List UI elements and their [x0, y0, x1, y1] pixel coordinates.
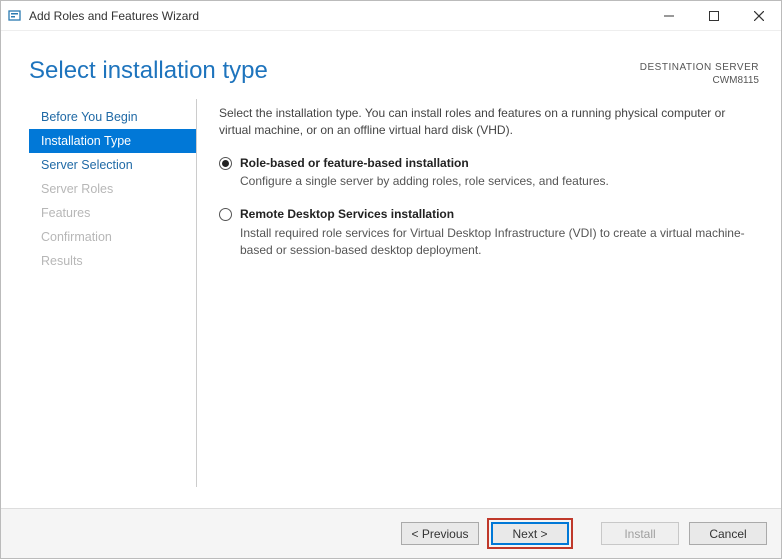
- wizard-body: Before You BeginInstallation TypeServer …: [1, 99, 781, 487]
- close-button[interactable]: [736, 1, 781, 31]
- destination-server-block: DESTINATION SERVER CWM8115: [640, 57, 759, 87]
- install-type-option[interactable]: Remote Desktop Services installation Inst…: [219, 206, 755, 258]
- destination-server-value: CWM8115: [640, 74, 759, 87]
- nav-item: Results: [29, 249, 196, 273]
- install-button: Install: [601, 522, 679, 545]
- window-title: Add Roles and Features Wizard: [29, 9, 199, 23]
- wizard-footer: < Previous Next > Install Cancel: [1, 508, 781, 558]
- nav-item: Features: [29, 201, 196, 225]
- nav-item: Server Roles: [29, 177, 196, 201]
- page-title: Select installation type: [29, 57, 640, 85]
- wizard-header: Select installation type DESTINATION SER…: [1, 31, 781, 99]
- maximize-button[interactable]: [691, 1, 736, 31]
- intro-text: Select the installation type. You can in…: [219, 105, 755, 139]
- next-button[interactable]: Next >: [491, 522, 569, 545]
- install-type-option[interactable]: Role-based or feature-based installation…: [219, 155, 755, 191]
- nav-item: Confirmation: [29, 225, 196, 249]
- previous-button[interactable]: < Previous: [401, 522, 479, 545]
- wizard-nav: Before You BeginInstallation TypeServer …: [29, 99, 197, 487]
- radio-button[interactable]: [219, 157, 232, 170]
- destination-server-label: DESTINATION SERVER: [640, 61, 759, 74]
- nav-item[interactable]: Installation Type: [29, 129, 196, 153]
- option-description: Configure a single server by adding role…: [240, 173, 609, 190]
- nav-item[interactable]: Server Selection: [29, 153, 196, 177]
- radio-button[interactable]: [219, 208, 232, 221]
- titlebar: Add Roles and Features Wizard: [1, 1, 781, 31]
- cancel-button[interactable]: Cancel: [689, 522, 767, 545]
- option-description: Install required role services for Virtu…: [240, 225, 755, 259]
- wizard-content: Select the installation type. You can in…: [197, 99, 759, 487]
- option-title: Role-based or feature-based installation: [240, 155, 609, 172]
- wizard-icon: [7, 8, 23, 24]
- option-title: Remote Desktop Services installation: [240, 206, 755, 223]
- nav-item[interactable]: Before You Begin: [29, 105, 196, 129]
- minimize-button[interactable]: [646, 1, 691, 31]
- next-button-highlight: Next >: [487, 518, 573, 549]
